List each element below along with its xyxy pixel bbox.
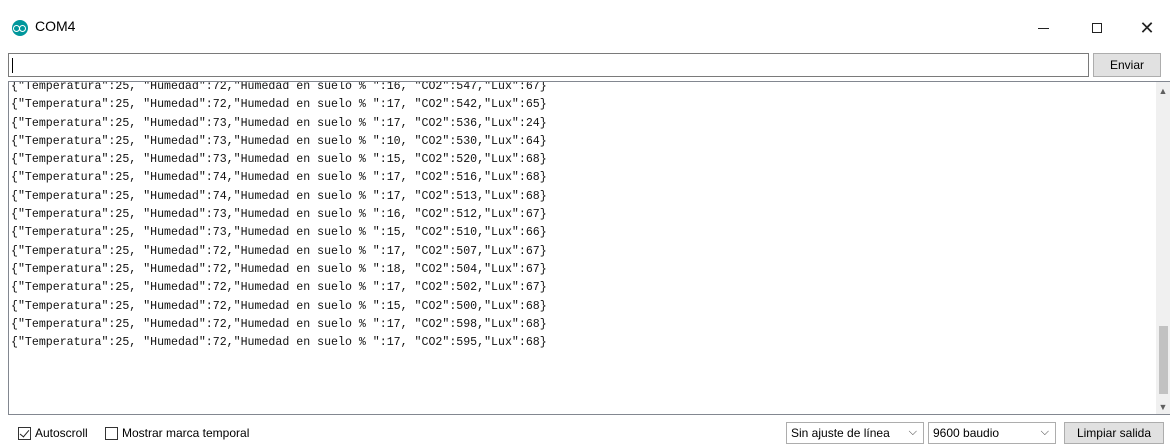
clear-output-button[interactable]: Limpiar salida <box>1064 422 1164 444</box>
chevron-down-icon: ⌵ <box>1040 426 1049 438</box>
baud-rate-value: 9600 baudio <box>933 426 1000 440</box>
minimize-button[interactable] <box>1020 8 1066 48</box>
timestamp-checkbox[interactable] <box>105 426 118 440</box>
timestamp-label: Mostrar marca temporal <box>122 426 250 440</box>
arduino-icon <box>12 20 28 36</box>
scroll-up-icon[interactable]: ▲ <box>1156 84 1170 98</box>
output-line: {"Temperatura":25, "Humedad":72,"Humedad… <box>11 336 547 350</box>
output-line: {"Temperatura":25, "Humedad":72,"Humedad… <box>11 281 547 295</box>
text-caret <box>12 58 13 73</box>
send-row: Enviar <box>0 52 1170 80</box>
output-line: {"Temperatura":25, "Humedad":72,"Humedad… <box>11 244 547 258</box>
timestamp-option[interactable]: Mostrar marca temporal <box>105 426 249 440</box>
output-line: {"Temperatura":25, "Humedad":72,"Humedad… <box>11 262 547 276</box>
close-icon: ✕ <box>1139 17 1155 38</box>
chevron-down-icon: ⌵ <box>908 426 917 438</box>
baud-rate-select[interactable]: 9600 baudio ⌵ <box>928 422 1056 444</box>
autoscroll-option[interactable]: Autoscroll <box>18 426 88 440</box>
output-line: {"Temperatura":25, "Humedad":73,"Humedad… <box>11 208 547 222</box>
title-bar: COM4 ✕ <box>0 0 1170 52</box>
output-line: {"Temperatura":25, "Humedad":74,"Humedad… <box>11 189 547 203</box>
maximize-icon <box>1092 23 1102 33</box>
serial-output[interactable]: {"Temperatura":25, "Humedad":72,"Humedad… <box>8 81 1170 415</box>
status-bar: Autoscroll Mostrar marca temporal Sin aj… <box>0 420 1170 446</box>
minimize-icon <box>1037 27 1049 29</box>
autoscroll-checkbox[interactable] <box>18 426 31 440</box>
close-button[interactable]: ✕ <box>1124 8 1170 48</box>
send-input[interactable] <box>8 53 1089 77</box>
output-line: {"Temperatura":25, "Humedad":73,"Humedad… <box>11 134 547 148</box>
scroll-down-icon[interactable]: ▼ <box>1156 400 1170 414</box>
autoscroll-label: Autoscroll <box>35 426 88 440</box>
output-line: {"Temperatura":25, "Humedad":72,"Humedad… <box>11 98 547 112</box>
output-lines: {"Temperatura":25, "Humedad":72,"Humedad… <box>11 81 1151 352</box>
line-ending-value: Sin ajuste de línea <box>791 426 890 440</box>
output-line: {"Temperatura":25, "Humedad":73,"Humedad… <box>11 226 547 240</box>
scroll-thumb[interactable] <box>1159 326 1168 394</box>
output-line: {"Temperatura":25, "Humedad":73,"Humedad… <box>11 116 547 130</box>
vertical-scrollbar[interactable]: ▲ ▼ <box>1156 82 1170 414</box>
line-ending-select[interactable]: Sin ajuste de línea ⌵ <box>786 422 924 444</box>
output-line: {"Temperatura":25, "Humedad":74,"Humedad… <box>11 171 547 185</box>
send-button[interactable]: Enviar <box>1093 53 1161 77</box>
output-line: {"Temperatura":25, "Humedad":72,"Humedad… <box>11 81 547 93</box>
maximize-button[interactable] <box>1074 8 1120 48</box>
output-line: {"Temperatura":25, "Humedad":72,"Humedad… <box>11 317 547 331</box>
output-line: {"Temperatura":25, "Humedad":72,"Humedad… <box>11 299 547 313</box>
output-line: {"Temperatura":25, "Humedad":73,"Humedad… <box>11 153 547 167</box>
window-title: COM4 <box>35 18 76 34</box>
